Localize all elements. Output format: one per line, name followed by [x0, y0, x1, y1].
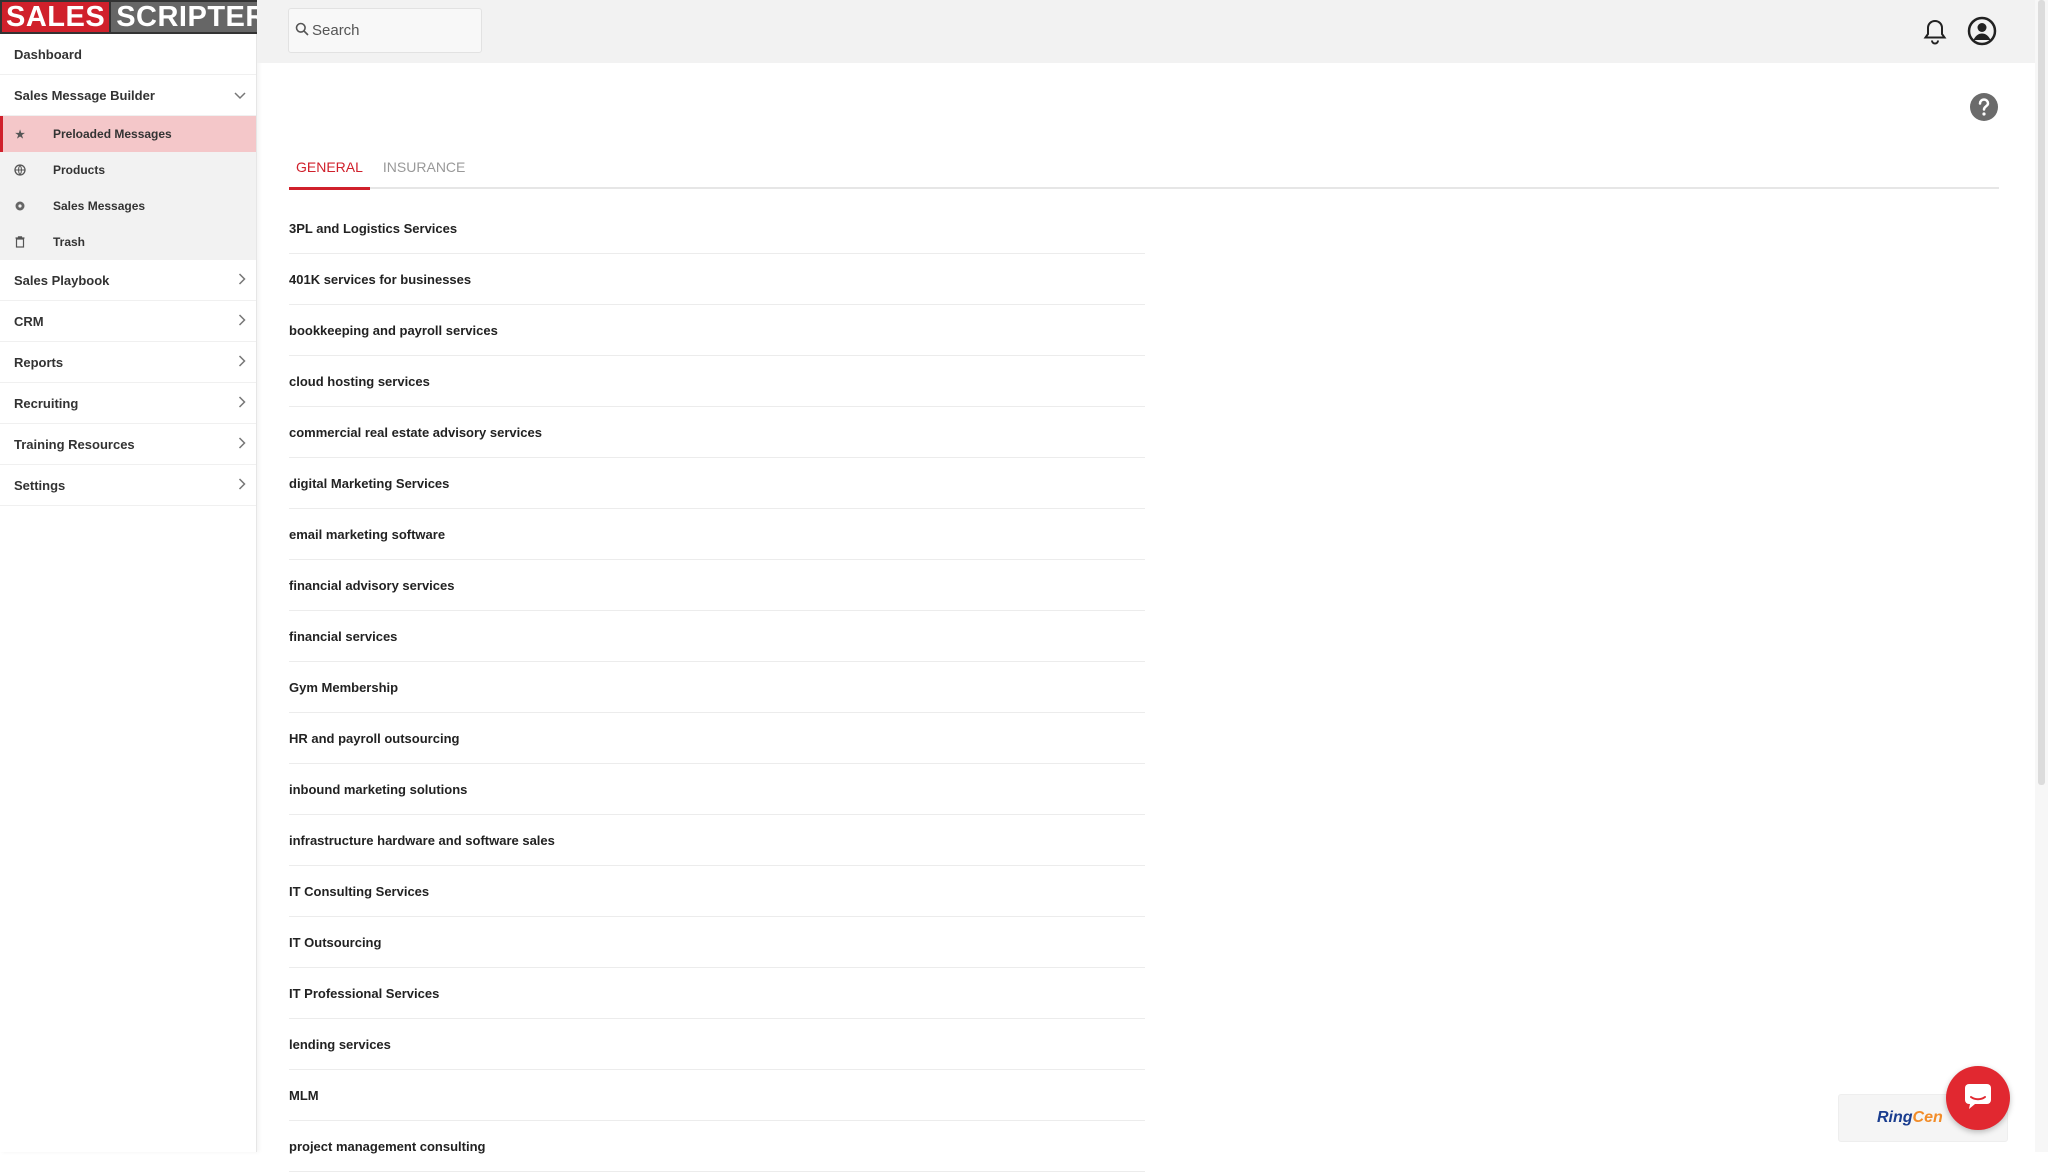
page-scrollbar[interactable] [2035, 0, 2048, 1152]
list-item[interactable]: cloud hosting services [289, 356, 1145, 407]
sidebar-item-recruiting[interactable]: Recruiting [0, 383, 256, 424]
tab-general[interactable]: GENERAL [289, 150, 370, 190]
logo-part-scripter: SCRIPTER [111, 0, 274, 34]
tab-insurance[interactable]: INSURANCE [376, 150, 472, 187]
chevron-right-icon [238, 313, 246, 329]
list-item[interactable]: HR and payroll outsourcing [289, 713, 1145, 764]
trash-icon [14, 236, 26, 248]
sidebar-item-label: Sales Playbook [14, 272, 110, 288]
sidebar-item-label: Products [53, 163, 106, 177]
sidebar-item-training-resources[interactable]: Training Resources [0, 424, 256, 465]
list-item[interactable]: project management consulting [289, 1121, 1145, 1172]
search-icon [295, 22, 312, 40]
list-item[interactable]: infrastructure hardware and software sal… [289, 815, 1145, 866]
chevron-right-icon [238, 272, 246, 288]
list-item[interactable]: financial services [289, 611, 1145, 662]
ringcentral-logo-ring: Ring [1877, 1109, 1913, 1126]
list-item[interactable]: financial advisory services [289, 560, 1145, 611]
list-item[interactable]: 401K services for businesses [289, 254, 1145, 305]
list-item[interactable]: MLM [289, 1070, 1145, 1121]
ringcentral-logo-central: Cen [1912, 1109, 1943, 1126]
list-item[interactable]: 3PL and Logistics Services [289, 203, 1145, 254]
sidebar-item-sales-messages[interactable]: Sales Messages [0, 188, 256, 224]
scrollbar-thumb[interactable] [2038, 0, 2045, 785]
logo-part-sales: SALES [0, 0, 112, 34]
list-item[interactable]: lending services [289, 1019, 1145, 1070]
user-account-icon[interactable] [1967, 16, 1997, 51]
sidebar-item-dashboard[interactable]: Dashboard [0, 34, 256, 75]
chevron-right-icon [238, 354, 246, 370]
list-item[interactable]: IT Professional Services [289, 968, 1145, 1019]
search-placeholder: Search [312, 22, 360, 39]
list-item[interactable]: inbound marketing solutions [289, 764, 1145, 815]
top-bar: Search [257, 0, 2035, 63]
sidebar-item-label: Training Resources [14, 436, 135, 452]
star-icon: ★ [15, 128, 25, 141]
help-icon[interactable] [1969, 92, 1999, 127]
list-item[interactable]: commercial real estate advisory services [289, 407, 1145, 458]
chat-button[interactable] [1946, 1066, 2010, 1130]
list-item[interactable]: Gym Membership [289, 662, 1145, 713]
list-item[interactable]: email marketing software [289, 509, 1145, 560]
sidebar-item-reports[interactable]: Reports [0, 342, 256, 383]
sidebar-item-trash[interactable]: Trash [0, 224, 256, 260]
sidebar-item-label: Preloaded Messages [53, 127, 172, 141]
chevron-right-icon [238, 477, 246, 493]
sales-scripter-logo[interactable]: SALES SCRIPTER [0, 0, 274, 34]
sidebar-item-label: Dashboard [14, 46, 82, 62]
sidebar-item-label: CRM [14, 313, 44, 329]
chevron-down-icon [234, 87, 246, 103]
sidebar-item-preloaded-messages[interactable]: ★ Preloaded Messages [0, 116, 256, 152]
sidebar-item-label: Reports [14, 354, 64, 370]
gear-icon [14, 200, 26, 212]
list-item[interactable]: IT Consulting Services [289, 866, 1145, 917]
globe-icon [14, 164, 26, 176]
sales-message-builder-submenu: ★ Preloaded Messages Products Sales Mess… [0, 116, 256, 260]
sidebar: SALES SCRIPTER Dashboard Sales Message B… [0, 0, 274, 1152]
sidebar-item-settings[interactable]: Settings [0, 465, 256, 506]
sidebar-item-label: Trash [53, 235, 86, 249]
sidebar-item-products[interactable]: Products [0, 152, 256, 188]
chevron-right-icon [238, 395, 246, 411]
sidebar-item-sales-playbook[interactable]: Sales Playbook [0, 260, 256, 301]
sidebar-item-sales-message-builder[interactable]: Sales Message Builder [0, 75, 256, 116]
list-item[interactable]: digital Marketing Services [289, 458, 1145, 509]
sidebar-item-label: Sales Message Builder [14, 87, 155, 103]
category-tabs: GENERAL INSURANCE [289, 150, 1999, 190]
chat-bubble-icon [1963, 1082, 1993, 1115]
list-item[interactable]: IT Outsourcing [289, 917, 1145, 968]
bell-icon[interactable] [1923, 19, 1947, 50]
search-input[interactable]: Search [288, 8, 482, 53]
sidebar-item-crm[interactable]: CRM [0, 301, 256, 342]
list-item[interactable]: bookkeeping and payroll services [289, 305, 1145, 356]
sidebar-item-label: Settings [14, 477, 66, 493]
sidebar-item-label: Sales Messages [53, 199, 146, 213]
sidebar-item-label: Recruiting [14, 395, 79, 411]
chevron-right-icon [238, 436, 246, 452]
preloaded-message-list: 3PL and Logistics Services 401K services… [289, 203, 1145, 1172]
